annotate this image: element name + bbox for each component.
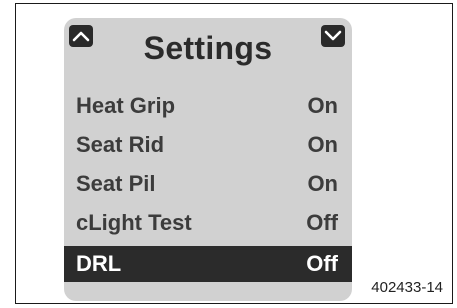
settings-item-value: On [307,132,338,157]
settings-item-value: Off [306,251,338,276]
settings-item-value: Off [306,210,338,235]
settings-item-label: Seat Pil [76,171,156,196]
settings-item-heat-grip[interactable]: Heat Grip On [64,88,352,124]
settings-item-label: Heat Grip [76,93,176,118]
settings-item-drl[interactable]: DRL Off [64,246,352,282]
settings-item-clight-test[interactable]: cLight Test Off [64,205,352,241]
settings-item-label: Seat Rid [76,132,165,157]
figure-frame: Settings Heat Grip On Seat Rid On Seat P… [15,3,453,304]
settings-item-seat-pil[interactable]: Seat Pil On [64,166,352,202]
settings-item-value: On [307,93,338,118]
settings-item-seat-rid[interactable]: Seat Rid On [64,127,352,163]
page-title: Settings [143,30,273,66]
settings-item-value: On [307,171,338,196]
settings-screen: Settings Heat Grip On Seat Rid On Seat P… [64,18,352,301]
settings-item-label: DRL [76,251,122,276]
figure-id: 402433-14 [371,279,443,296]
settings-item-label: cLight Test [76,210,192,235]
